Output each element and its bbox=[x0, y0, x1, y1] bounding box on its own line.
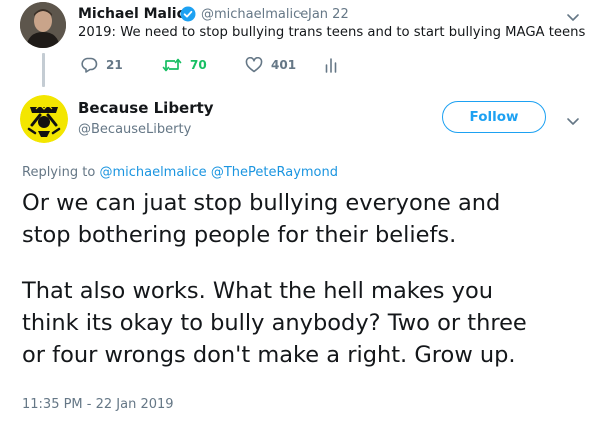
parent-tweet-text: 2019: We need to stop bullying trans tee… bbox=[78, 25, 586, 40]
parent-author-name[interactable]: Michael Malice bbox=[78, 6, 194, 22]
retweet-count: 70 bbox=[190, 58, 207, 72]
like-count: 401 bbox=[271, 58, 297, 72]
mention-link-michaelmalice[interactable]: @michaelmalice bbox=[99, 165, 206, 180]
main-author-avatar[interactable] bbox=[20, 95, 68, 143]
parent-chevron-down-icon[interactable] bbox=[566, 8, 580, 21]
follow-button[interactable]: Follow bbox=[442, 101, 546, 133]
tweet-line: That also works. What the hell makes you bbox=[22, 278, 494, 304]
parent-tweet-date[interactable]: Jan 22 bbox=[308, 7, 349, 22]
parent-author-handle[interactable]: @michaelmalice bbox=[201, 7, 308, 22]
main-chevron-down-icon[interactable] bbox=[566, 112, 580, 125]
like-button[interactable]: 401 bbox=[245, 57, 296, 73]
bar-chart-icon bbox=[325, 58, 337, 73]
tweet-activity-button[interactable] bbox=[324, 57, 346, 73]
replying-to-prefix: Replying to bbox=[22, 165, 96, 180]
main-tweet-text: Or we can juat stop bullying everyone an… bbox=[22, 187, 587, 371]
mention-link-thepeteraymond[interactable]: @ThePeteRaymond bbox=[211, 165, 338, 180]
tweet-paragraph: That also works. What the hell makes you… bbox=[22, 275, 587, 371]
tweet-timestamp[interactable]: 11:35 PM - 22 Jan 2019 bbox=[22, 397, 174, 412]
tweet-paragraph: Or we can juat stop bullying everyone an… bbox=[22, 187, 587, 251]
retweet-icon bbox=[162, 58, 182, 72]
reply-icon bbox=[81, 57, 98, 73]
main-author-name[interactable]: Because Liberty bbox=[78, 99, 214, 117]
tweet-line: think its okay to bully anybody? Two or … bbox=[22, 310, 527, 336]
tweet-line: stop bothering people for their beliefs. bbox=[22, 222, 457, 248]
parent-meta-separator: · bbox=[298, 7, 303, 22]
tweet-line: or four wrongs don't make a right. Grow … bbox=[22, 342, 516, 368]
reply-button[interactable]: 21 bbox=[80, 57, 123, 73]
thread-connector-line bbox=[42, 53, 45, 87]
heart-icon bbox=[245, 57, 263, 73]
main-author-handle[interactable]: @BecauseLiberty bbox=[78, 122, 191, 137]
verified-badge-icon bbox=[180, 6, 196, 22]
parent-author-avatar[interactable] bbox=[20, 2, 66, 48]
replying-to-line: Replying to @michaelmalice @ThePeteRaymo… bbox=[22, 165, 338, 180]
tweet-line: Or we can juat stop bullying everyone an… bbox=[22, 190, 501, 216]
reply-count: 21 bbox=[106, 58, 123, 72]
retweet-button[interactable]: 70 bbox=[162, 57, 207, 73]
